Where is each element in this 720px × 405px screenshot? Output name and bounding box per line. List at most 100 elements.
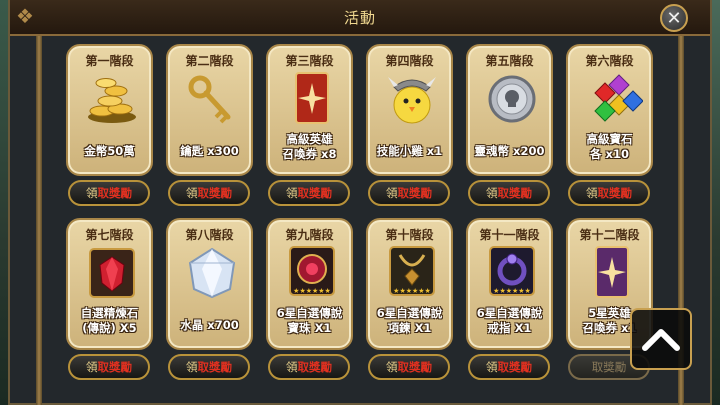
- reward-text: 高級英雄 召喚券 x8: [268, 132, 351, 162]
- stage-label: 第七階段: [85, 228, 134, 242]
- stage-7: 第七階段 自選精煉石 (傳說) X5 領取獎勵: [66, 218, 153, 380]
- stage-card: 第十一階段 ★★★★★★ 6星自選傳說 戒指 X1: [466, 218, 553, 350]
- claim-label-b: 取獎勵: [197, 186, 233, 200]
- close-button[interactable]: ✕: [660, 4, 688, 32]
- claim-reward-button[interactable]: 領取獎勵: [68, 354, 150, 380]
- claim-label-a: 領: [186, 360, 198, 374]
- legendary-ring-icon: ★★★★★★: [480, 244, 543, 302]
- skill-chick-icon: [380, 70, 443, 128]
- stage-card: 第一階段 金幣50萬: [66, 44, 153, 176]
- reward-text: 自選精煉石 (傳說) X5: [68, 306, 151, 336]
- refining-stone-icon: [80, 244, 143, 302]
- title-bar: ❖ 活動 ✕: [10, 0, 710, 36]
- window-title: 活動: [343, 9, 376, 27]
- stage-8: 第八階段 水晶 x700 領取獎勵: [166, 218, 253, 380]
- stage-label: 第十二階段: [579, 228, 640, 242]
- claim-reward-button[interactable]: 領取獎勵: [168, 354, 250, 380]
- claim-label-a: 領: [286, 360, 298, 374]
- stage-label: 第六階段: [585, 54, 634, 68]
- reward-line: 高級寶石: [586, 132, 633, 146]
- crystal-icon: [180, 244, 243, 302]
- reward-text: 金幣50萬: [68, 144, 151, 159]
- reward-line: 召喚券 x8: [282, 147, 337, 161]
- hero-summon-ticket-5star-icon: [580, 244, 643, 302]
- svg-text:★★★★★★: ★★★★★★: [393, 287, 431, 295]
- claim-reward-button[interactable]: 領取獎勵: [468, 180, 550, 206]
- stage-label: 第九階段: [285, 228, 334, 242]
- claim-reward-button[interactable]: 領取獎勵: [568, 180, 650, 206]
- reward-text: 6星自選傳說 項鍊 X1: [368, 306, 451, 336]
- legendary-orb-icon: ★★★★★★: [280, 244, 343, 302]
- stage-1: 第一階段 金幣50萬 領取獎勵: [66, 44, 153, 206]
- claim-label-b: 取獎勵: [497, 186, 533, 200]
- claim-label-b: 取獎勵: [397, 360, 433, 374]
- reward-text: 靈魂幣 x200: [468, 144, 551, 159]
- reward-text: 6星自選傳說 寶珠 X1: [268, 306, 351, 336]
- stage-card: 第六階段 高級寶石 各 x10: [566, 44, 653, 176]
- stage-9: 第九階段 ★★★★★★ 6星自選傳說 寶珠 X1 領取獎勵: [266, 218, 353, 380]
- reward-line: 寶珠 X1: [287, 321, 332, 335]
- reward-line: 技能小雞 x1: [376, 144, 443, 158]
- claim-reward-button[interactable]: 領取獎勵: [268, 180, 350, 206]
- stage-label: 第十一階段: [479, 228, 540, 242]
- svg-text:★★★★★★: ★★★★★★: [293, 287, 331, 295]
- reward-text: 水晶 x700: [168, 318, 251, 333]
- stage-card: 第七階段 自選精煉石 (傳說) X5: [66, 218, 153, 350]
- left-rail: [36, 36, 42, 405]
- stage-card: 第二階段 鑰匙 x300: [166, 44, 253, 176]
- reward-line: 6星自選傳說: [376, 306, 443, 320]
- stage-label: 第二階段: [185, 54, 234, 68]
- stage-label: 第四階段: [385, 54, 434, 68]
- svg-text:★★★★★★: ★★★★★★: [493, 287, 531, 295]
- close-icon: ✕: [666, 7, 682, 29]
- stage-card: 第八階段 水晶 x700: [166, 218, 253, 350]
- claim-label-a: 領: [586, 186, 598, 200]
- chevron-up-icon: [642, 329, 680, 351]
- claim-reward-button[interactable]: 領取獎勵: [68, 180, 150, 206]
- claim-reward-button[interactable]: 領取獎勵: [368, 354, 450, 380]
- reward-line: 自選精煉石: [80, 306, 139, 320]
- gold-coins-icon: [80, 70, 143, 128]
- reward-line: 6星自選傳說: [476, 306, 543, 320]
- reward-line: 金幣50萬: [84, 144, 135, 158]
- claim-label-b: 取獎勵: [597, 186, 633, 200]
- claim-reward-button[interactable]: 領取獎勵: [468, 354, 550, 380]
- claim-label-b: 取獎勵: [97, 186, 133, 200]
- reward-text: 6星自選傳說 戒指 X1: [468, 306, 551, 336]
- claim-label-a: 領: [86, 360, 98, 374]
- stage-3: 第三階段 高級英雄 召喚券 x8 領取獎勵: [266, 44, 353, 206]
- stage-4: 第四階段 技能小雞 x1 領取獎勵: [366, 44, 453, 206]
- reward-line: 靈魂幣 x200: [474, 144, 545, 158]
- reward-line: (傳說) X5: [82, 321, 137, 335]
- reward-text: 鑰匙 x300: [168, 144, 251, 159]
- reward-line: 鑰匙 x300: [180, 144, 239, 158]
- stage-11: 第十一階段 ★★★★★★ 6星自選傳說 戒指 X1 領取獎勵: [466, 218, 553, 380]
- reward-line: 各 x10: [590, 147, 629, 161]
- legendary-necklace-icon: ★★★★★★: [380, 244, 443, 302]
- stage-label: 第一階段: [85, 54, 134, 68]
- stage-label: 第十階段: [385, 228, 434, 242]
- claim-label-b: 取獎勵: [197, 360, 233, 374]
- stage-5: 第五階段 靈魂幣 x200 領取獎勵: [466, 44, 553, 206]
- scroll-to-top-button[interactable]: [630, 308, 692, 370]
- claim-label-a: 領: [386, 360, 398, 374]
- claim-label-a: 領: [386, 186, 398, 200]
- reward-text: 技能小雞 x1: [368, 144, 451, 159]
- reward-line: 水晶 x700: [180, 318, 239, 332]
- stage-card: 第三階段 高級英雄 召喚券 x8: [266, 44, 353, 176]
- key-icon: [180, 70, 243, 128]
- claim-reward-button[interactable]: 領取獎勵: [368, 180, 450, 206]
- stage-label: 第八階段: [185, 228, 234, 242]
- claim-reward-button[interactable]: 領取獎勵: [268, 354, 350, 380]
- reward-line: 高級英雄: [286, 132, 333, 146]
- reward-line: 項鍊 X1: [387, 321, 432, 335]
- claim-label-a: 領: [86, 186, 98, 200]
- stage-2: 第二階段 鑰匙 x300 領取獎勵: [166, 44, 253, 206]
- stage-label: 第五階段: [485, 54, 534, 68]
- stage-6: 第六階段 高級寶石 各 x10 領取獎勵: [566, 44, 653, 206]
- claim-reward-button[interactable]: 領取獎勵: [168, 180, 250, 206]
- stage-card: 第四階段 技能小雞 x1: [366, 44, 453, 176]
- soul-coin-icon: [480, 70, 543, 128]
- claim-label-a: 領: [186, 186, 198, 200]
- claim-label-a: 領: [286, 186, 298, 200]
